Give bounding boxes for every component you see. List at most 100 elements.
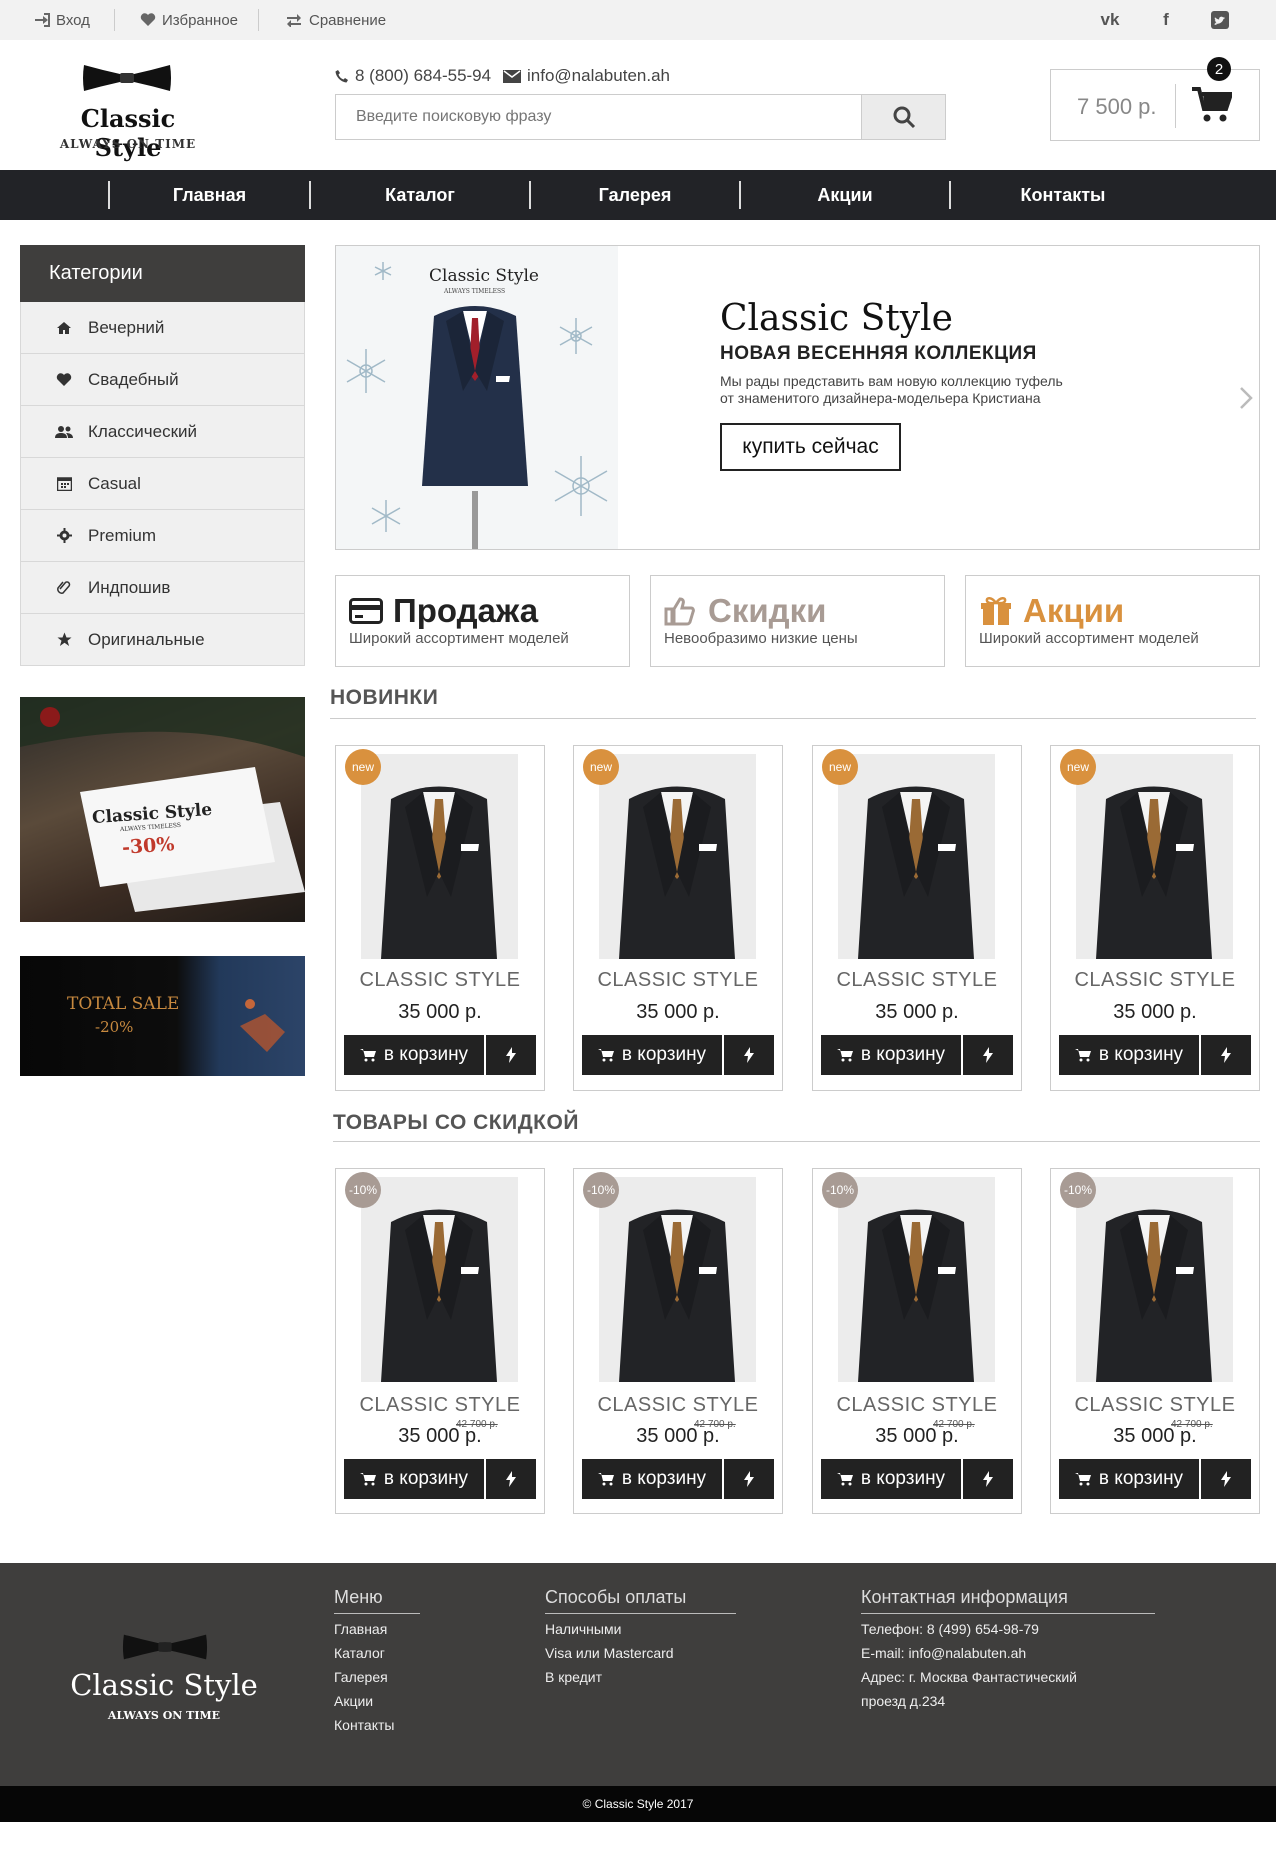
add-to-cart-label: в корзину: [1098, 1468, 1184, 1489]
product-price: 35 000 р.: [398, 1001, 482, 1023]
nav-promotions[interactable]: Акции: [741, 170, 949, 220]
product-image[interactable]: [838, 1177, 995, 1382]
footer-menu-link[interactable]: Галерея: [334, 1669, 388, 1685]
favorites-link[interactable]: Избранное: [140, 0, 238, 40]
email-address[interactable]: info@nalabuten.ah: [527, 66, 670, 86]
phone-icon: [335, 70, 348, 83]
category-custom-tailoring[interactable]: Индпошив: [20, 562, 305, 614]
cart[interactable]: 7 500 р.: [1050, 69, 1260, 141]
footer-menu-link[interactable]: Главная: [334, 1621, 387, 1637]
twitter-icon[interactable]: [1210, 10, 1230, 30]
add-to-cart-label: в корзину: [383, 1044, 469, 1065]
quick-buy-button[interactable]: [724, 1459, 774, 1499]
product-name[interactable]: CLASSIC STYLE: [813, 1394, 1021, 1417]
logo-title[interactable]: Classic Style: [48, 104, 208, 162]
nav-contacts[interactable]: Контакты: [951, 170, 1175, 220]
category-classic[interactable]: Классический: [20, 406, 305, 458]
gift-icon: [981, 597, 1011, 625]
footer-menu-link[interactable]: Каталог: [334, 1645, 385, 1661]
cart-icon: [1074, 1473, 1091, 1486]
product-image[interactable]: [599, 754, 756, 959]
quick-buy-button[interactable]: [724, 1035, 774, 1075]
product-name[interactable]: CLASSIC STYLE: [574, 969, 782, 992]
add-to-cart-button[interactable]: в корзину: [582, 1459, 722, 1499]
hero-text-line1: Мы рады представить вам новую коллекцию …: [720, 373, 1063, 389]
add-to-cart-button[interactable]: в корзину: [821, 1459, 961, 1499]
hero-slider: Classic Style ALWAYS TIMELESS Classic St…: [335, 245, 1260, 550]
nav-gallery[interactable]: Галерея: [531, 170, 739, 220]
add-to-cart-button[interactable]: в корзину: [1059, 1459, 1199, 1499]
product-name[interactable]: CLASSIC STYLE: [1051, 1394, 1259, 1417]
product-image[interactable]: [1076, 754, 1233, 959]
credit-card-icon: [349, 598, 383, 624]
product-name[interactable]: CLASSIC STYLE: [336, 969, 544, 992]
footer-menu-title: Меню: [334, 1587, 383, 1607]
add-to-cart-button[interactable]: в корзину: [821, 1035, 961, 1075]
facebook-icon[interactable]: f: [1156, 10, 1176, 30]
feature-sale[interactable]: Продажа Широкий ассортимент моделей: [335, 575, 630, 667]
add-to-cart-button[interactable]: в корзину: [344, 1035, 484, 1075]
quick-buy-button[interactable]: [1201, 1035, 1251, 1075]
footer-menu-link[interactable]: Контакты: [334, 1717, 394, 1733]
compare-label: Сравнение: [309, 11, 387, 29]
feature-discounts[interactable]: Скидки Невообразимо низкие цены: [650, 575, 945, 667]
login-link[interactable]: Вход: [34, 0, 90, 40]
product-card[interactable]: new CLASSIC STYLE 35 000 р. в корзину: [335, 745, 545, 1091]
category-evening[interactable]: Вечерний: [20, 302, 305, 354]
product-image[interactable]: [361, 754, 518, 959]
favorites-label: Избранное: [162, 11, 239, 29]
add-to-cart-button[interactable]: в корзину: [1059, 1035, 1199, 1075]
product-card[interactable]: -10% CLASSIC STYLE 35 000 р. 42 700 р. в кор…: [812, 1168, 1022, 1514]
quick-buy-button[interactable]: [1201, 1459, 1251, 1499]
nav-home[interactable]: Главная: [110, 170, 309, 220]
category-wedding[interactable]: Свадебный: [20, 354, 305, 406]
sale-products-title: ТОВАРЫ СО СКИДКОЙ: [333, 1111, 579, 1134]
product-card[interactable]: -10% CLASSIC STYLE 35 000 р. 42 700 р. в кор…: [1050, 1168, 1260, 1514]
suit-image: [361, 1177, 518, 1382]
quick-buy-button[interactable]: [486, 1459, 536, 1499]
chevron-right-icon[interactable]: [1239, 386, 1253, 410]
thumbs-up-icon: [664, 597, 695, 626]
product-image[interactable]: [1076, 1177, 1233, 1382]
footer-contact-email[interactable]: E-mail: info@nalabuten.ah: [861, 1645, 1026, 1661]
vk-icon[interactable]: vk: [1100, 10, 1120, 30]
product-old-price: 42 700 р.: [456, 1419, 498, 1430]
category-casual[interactable]: Casual: [20, 458, 305, 510]
add-to-cart-button[interactable]: в корзину: [582, 1035, 722, 1075]
feature-promotions[interactable]: Акции Широкий ассортимент моделей: [965, 575, 1260, 667]
category-original[interactable]: Оригинальные: [20, 614, 305, 666]
product-name[interactable]: CLASSIC STYLE: [813, 969, 1021, 992]
product-image[interactable]: [361, 1177, 518, 1382]
product-image[interactable]: [599, 1177, 756, 1382]
category-premium[interactable]: Premium: [20, 510, 305, 562]
footer-menu-link[interactable]: Акции: [334, 1693, 373, 1709]
add-to-cart-button[interactable]: в корзину: [344, 1459, 484, 1499]
buy-now-button[interactable]: купить сейчас: [720, 423, 901, 471]
promo-banner-30[interactable]: Classic Style ALWAYS TIMELESS -30%: [20, 697, 305, 922]
nav-catalog[interactable]: Каталог: [311, 170, 529, 220]
product-name[interactable]: CLASSIC STYLE: [336, 1394, 544, 1417]
product-card[interactable]: new CLASSIC STYLE 35 000 р. в корзину: [812, 745, 1022, 1091]
product-name[interactable]: CLASSIC STYLE: [1051, 969, 1259, 992]
product-tag-badge: -10%: [345, 1172, 381, 1208]
feature-title: Скидки: [708, 592, 827, 629]
product-tag-badge: new: [583, 749, 619, 785]
product-card[interactable]: -10% CLASSIC STYLE 35 000 р. 42 700 р. в кор…: [335, 1168, 545, 1514]
main-nav: Главная Каталог Галерея Акции Контакты: [0, 170, 1276, 220]
product-name[interactable]: CLASSIC STYLE: [574, 1394, 782, 1417]
quick-buy-button[interactable]: [963, 1459, 1013, 1499]
search-button[interactable]: [861, 95, 945, 139]
footer-payment-title: Способы оплаты: [545, 1587, 687, 1607]
promo-banner-total-sale[interactable]: TOTAL SALE -20%: [20, 956, 305, 1076]
search-input[interactable]: [336, 95, 861, 139]
product-image[interactable]: [838, 754, 995, 959]
product-card[interactable]: -10% CLASSIC STYLE 35 000 р. 42 700 р. в кор…: [573, 1168, 783, 1514]
paperclip-icon: [55, 579, 73, 597]
bowtie-logo-icon[interactable]: [82, 62, 172, 94]
quick-buy-button[interactable]: [486, 1035, 536, 1075]
product-card[interactable]: new CLASSIC STYLE 35 000 р. в корзину: [1050, 745, 1260, 1091]
compare-link[interactable]: Сравнение: [285, 0, 386, 40]
product-card[interactable]: new CLASSIC STYLE 35 000 р. в корзину: [573, 745, 783, 1091]
quick-buy-button[interactable]: [963, 1035, 1013, 1075]
bowtie-logo-icon[interactable]: [122, 1631, 208, 1663]
